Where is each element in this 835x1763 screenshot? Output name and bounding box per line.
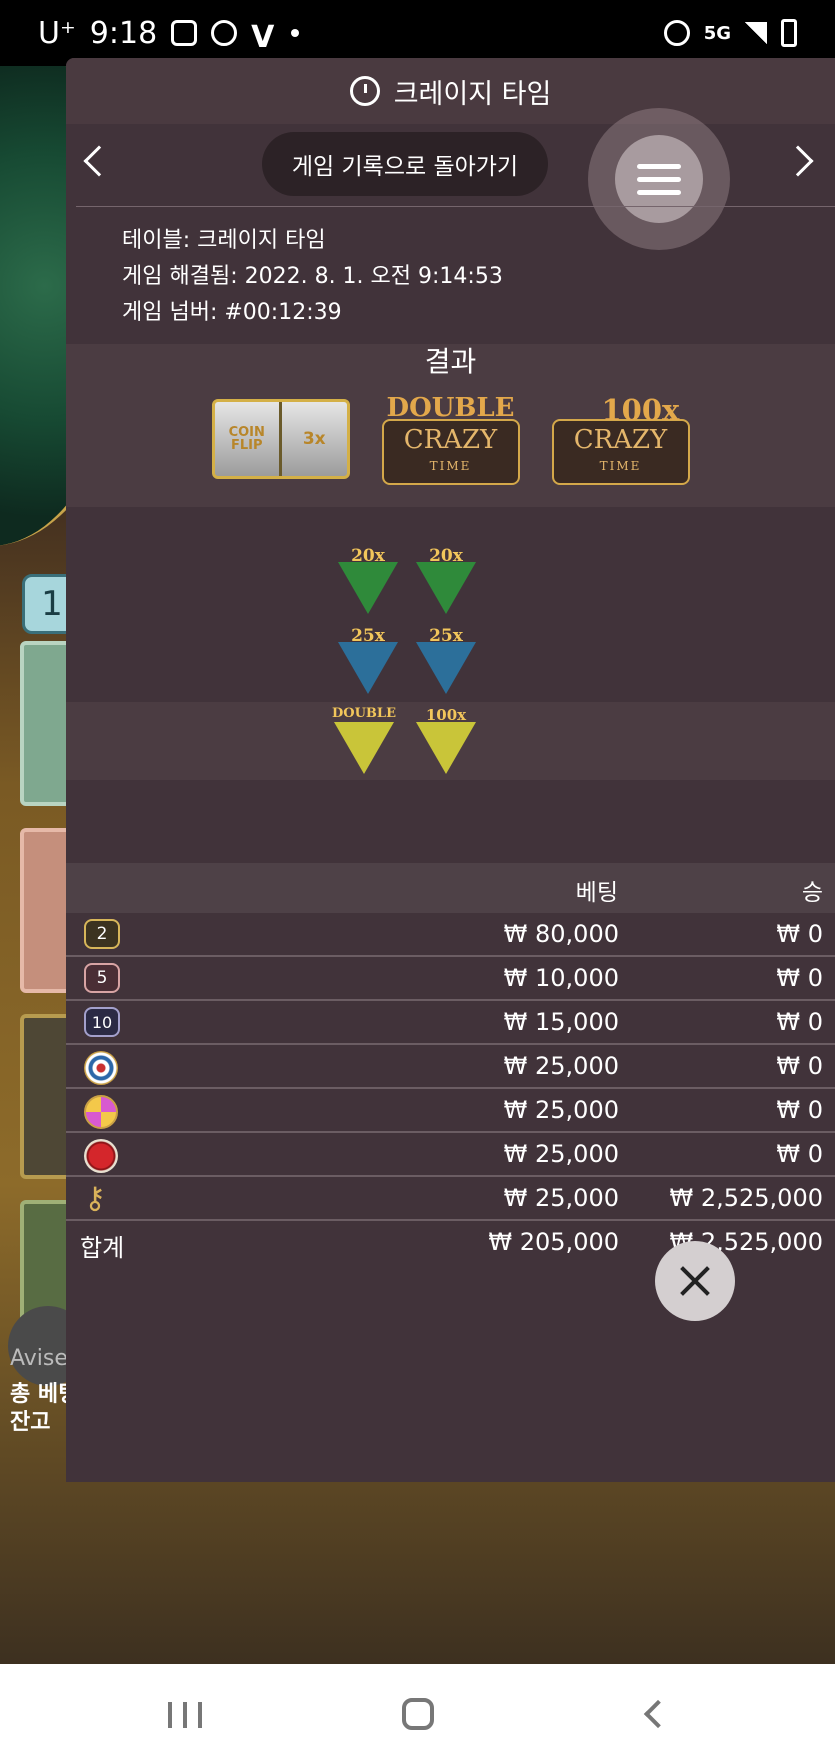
win-amount: ₩ 0	[776, 1096, 823, 1124]
notification-dot-icon	[291, 29, 300, 37]
status-bar: U⁺ 9:18 V 5G	[0, 0, 835, 66]
win-amount: ₩ 2,525,000	[669, 1184, 823, 1212]
table-row: 2 ₩ 80,000 ₩ 0	[66, 913, 835, 957]
result-icons: COIN FLIP 3x DOUBLE CRAZY TIME 100x CRAZY…	[66, 380, 835, 507]
crazy-word: CRAZY	[573, 424, 668, 455]
flapper-20x-icon: 20x	[338, 546, 398, 614]
chip-5-icon: 5	[84, 963, 120, 993]
back-to-history-button[interactable]: 게임 기록으로 돌아가기	[262, 132, 548, 196]
system-nav-bar	[0, 1664, 835, 1763]
flapper-25x-icon: 25x	[416, 626, 476, 694]
time-word: TIME	[599, 458, 642, 473]
panel-title: 크레이지 타임	[393, 78, 552, 110]
recent-apps-icon[interactable]	[168, 1702, 202, 1728]
flapper-25x-icon: 25x	[338, 626, 398, 694]
game-info: 테이블: 크레이지 타임 게임 해결됨: 2022. 8. 1. 오전 9:14…	[66, 209, 835, 344]
red-ball-icon	[84, 1139, 118, 1173]
win-amount: ₩ 0	[776, 1008, 823, 1036]
chip-10-icon: 10	[84, 1007, 120, 1037]
flapper-label: 25x	[429, 626, 463, 646]
flapper-label: 20x	[351, 546, 385, 566]
flapper-label: 20x	[429, 546, 463, 566]
bet-table: 2 ₩ 80,000 ₩ 0 5 ₩ 10,000 ₩ 0 10 ₩ 15,00…	[66, 913, 835, 1265]
table-row: 5 ₩ 10,000 ₩ 0	[66, 957, 835, 1001]
battery-icon	[781, 19, 797, 47]
bet-amount: ₩ 15,000	[503, 1008, 619, 1036]
next-round-chevron-icon[interactable]	[782, 145, 814, 177]
table-row: 10 ₩ 15,000 ₩ 0	[66, 1001, 835, 1045]
menu-icon	[637, 163, 681, 169]
b-app-icon	[171, 20, 198, 46]
menu-icon-bar	[637, 189, 681, 195]
clock-time: 9:18	[89, 15, 158, 51]
table-row: ₩ 25,000 ₩ 0	[66, 1133, 835, 1177]
close-button[interactable]	[655, 1241, 735, 1321]
multiplier-flappers: 20x 20x 25x 25x DOUBLE 100x	[66, 507, 835, 812]
bet-amount: ₩ 10,000	[503, 964, 619, 992]
bet-amount: ₩ 25,000	[503, 1140, 619, 1168]
v-app-icon: V	[251, 20, 275, 55]
chat-line: Avise	[10, 1346, 68, 1371]
nav-row: 게임 기록으로 돌아가기	[66, 108, 835, 250]
reel-left: COIN FLIP	[215, 401, 282, 476]
alarm-icon	[663, 20, 690, 46]
previous-round-chevron-icon[interactable]	[83, 145, 115, 177]
coin-flip-3x-reel: COIN FLIP 3x	[211, 398, 350, 479]
bet-amount: ₩ 80,000	[503, 920, 619, 948]
menu-button[interactable]	[615, 135, 703, 223]
divider	[76, 206, 835, 207]
info-resolved: 게임 해결됨: 2022. 8. 1. 오전 9:14:53	[122, 264, 503, 289]
key-icon: ⚷	[84, 1181, 106, 1216]
bet-column-header: 베팅	[575, 880, 618, 906]
signal-icon	[745, 22, 767, 44]
home-icon[interactable]	[402, 1698, 434, 1730]
crazy-logo: CRAZY TIME	[382, 427, 520, 479]
info-number: 게임 넘버: #00:12:39	[122, 300, 342, 325]
bet-amount: ₩ 25,000	[503, 1096, 619, 1124]
flapper-label: 25x	[351, 626, 385, 646]
target-icon	[84, 1051, 118, 1085]
win-amount: ₩ 0	[776, 964, 823, 992]
win-amount: ₩ 0	[776, 1052, 823, 1080]
total-label: 합계	[80, 1234, 125, 1262]
double-label: DOUBLE	[386, 392, 515, 423]
table-row: ₩ 25,000 ₩ 0	[66, 1089, 835, 1133]
game-history-panel: 크레이지 타임 게임 기록으로 돌아가기 테이블: 크레이지 타임 게임 해결됨…	[66, 58, 835, 1482]
bet-amount: ₩ 25,000	[503, 1052, 619, 1080]
win-column-header: 승	[801, 880, 823, 906]
chip-2-icon: 2	[84, 919, 120, 949]
flapper-100x-icon: 100x	[416, 706, 476, 774]
bet-amount: ₩ 25,000	[503, 1184, 619, 1212]
table-row: ⚷ ₩ 25,000 ₩ 2,525,000	[66, 1177, 835, 1221]
reel-right: 3x	[302, 428, 326, 449]
back-icon[interactable]	[643, 1699, 673, 1729]
double-crazy-time-logo: DOUBLE CRAZY TIME	[381, 392, 520, 485]
win-amount: ₩ 0	[776, 1140, 823, 1168]
candy-icon	[84, 1095, 118, 1129]
history-icon	[349, 76, 380, 106]
flapper-double-icon: DOUBLE	[332, 706, 396, 774]
result-title: 결과	[66, 344, 835, 380]
panel-header: 크레이지 타임	[66, 58, 835, 124]
crazy-word: CRAZY	[403, 424, 498, 455]
100x-label: 100x	[601, 392, 680, 427]
carrier-label: U⁺	[38, 15, 76, 51]
100x-crazy-time-logo: 100x CRAZY TIME	[551, 392, 690, 485]
total-bet-amount: ₩ 205,000	[488, 1228, 619, 1256]
flapper-label: DOUBLE	[332, 706, 396, 721]
table-row: ₩ 25,000 ₩ 0	[66, 1045, 835, 1089]
menu-icon-bar	[637, 176, 681, 182]
info-table: 테이블: 크레이지 타임	[122, 228, 326, 253]
win-amount: ₩ 0	[776, 920, 823, 948]
network-label: 5G	[703, 22, 731, 44]
bet-table-header: 베팅 승	[66, 863, 835, 913]
flapper-20x-icon: 20x	[416, 546, 476, 614]
flapper-label: 100x	[425, 706, 467, 724]
crazy-logo: CRAZY TIME	[552, 427, 690, 479]
shield-app-icon	[211, 20, 238, 46]
balance-label: 잔고	[10, 1410, 51, 1435]
time-word: TIME	[429, 458, 472, 473]
